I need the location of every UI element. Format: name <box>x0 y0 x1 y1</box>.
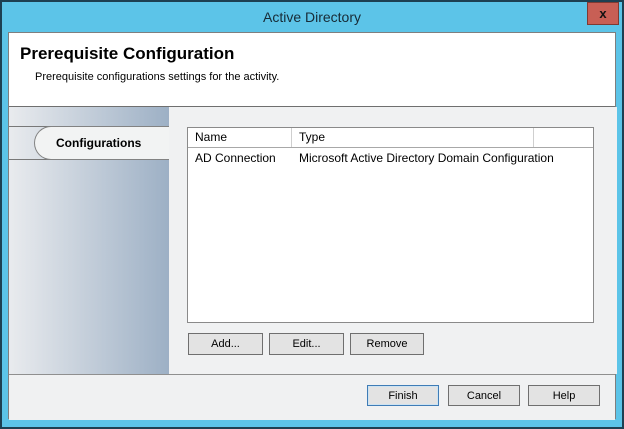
tab-configurations[interactable]: Configurations <box>34 126 169 160</box>
configurations-list[interactable]: Name Type AD Connection Microsoft Active… <box>187 127 594 323</box>
edit-button[interactable]: Edit... <box>269 333 344 355</box>
header-section: Prerequisite Configuration Prerequisite … <box>9 33 615 106</box>
finish-button[interactable]: Finish <box>367 385 439 406</box>
window-title: Active Directory <box>262 9 362 25</box>
column-header-type[interactable]: Type <box>292 128 534 147</box>
page-title: Prerequisite Configuration <box>20 44 235 63</box>
remove-button[interactable]: Remove <box>350 333 424 355</box>
sidebar: Configurations <box>9 107 169 374</box>
help-button[interactable]: Help <box>528 385 600 406</box>
main-section: Configurations Name Type AD Connection M… <box>9 106 617 374</box>
cancel-button[interactable]: Cancel <box>448 385 520 406</box>
close-icon: x <box>599 6 607 21</box>
cell-type: Microsoft Active Directory Domain Config… <box>299 151 554 165</box>
content-panel: Name Type AD Connection Microsoft Active… <box>169 107 617 374</box>
column-header-name[interactable]: Name <box>188 128 292 147</box>
add-button[interactable]: Add... <box>188 333 263 355</box>
dialog-window: Active Directory x Prerequisite Configur… <box>0 0 624 429</box>
dialog-content: Prerequisite Configuration Prerequisite … <box>8 32 617 420</box>
column-header-blank <box>534 128 593 147</box>
table-header: Name Type <box>188 128 593 148</box>
title-bar: Active Directory x <box>2 2 622 32</box>
page-subtitle: Prerequisite configurations settings for… <box>35 71 280 83</box>
footer-bar: Finish Cancel Help <box>9 374 615 420</box>
list-actions: Add... Edit... Remove <box>188 333 424 355</box>
cell-name: AD Connection <box>195 151 276 165</box>
table-row[interactable]: AD Connection Microsoft Active Directory… <box>188 148 593 169</box>
dialog-frame: Active Directory x Prerequisite Configur… <box>2 2 622 427</box>
close-button[interactable]: x <box>587 2 619 25</box>
